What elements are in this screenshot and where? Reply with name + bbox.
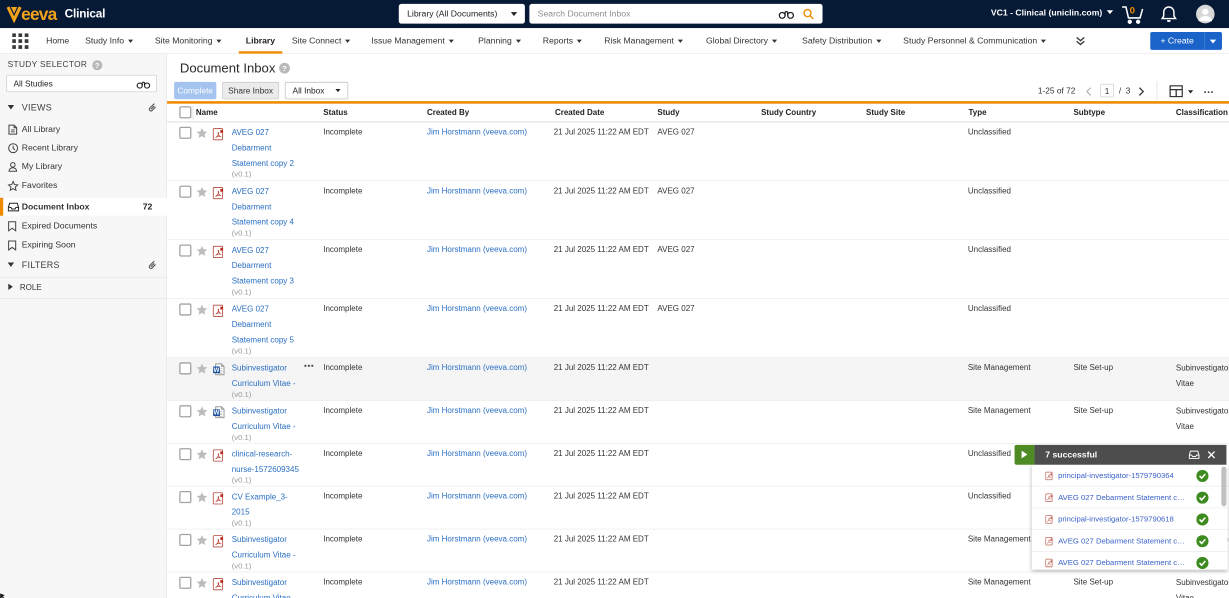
- svg-text:W: W: [214, 410, 220, 417]
- svg-text:W: W: [214, 367, 220, 374]
- svg-text:eeva: eeva: [21, 4, 58, 24]
- svg-text:?: ?: [282, 64, 287, 73]
- svg-text:0: 0: [1130, 5, 1135, 16]
- svg-text:?: ?: [95, 63, 100, 70]
